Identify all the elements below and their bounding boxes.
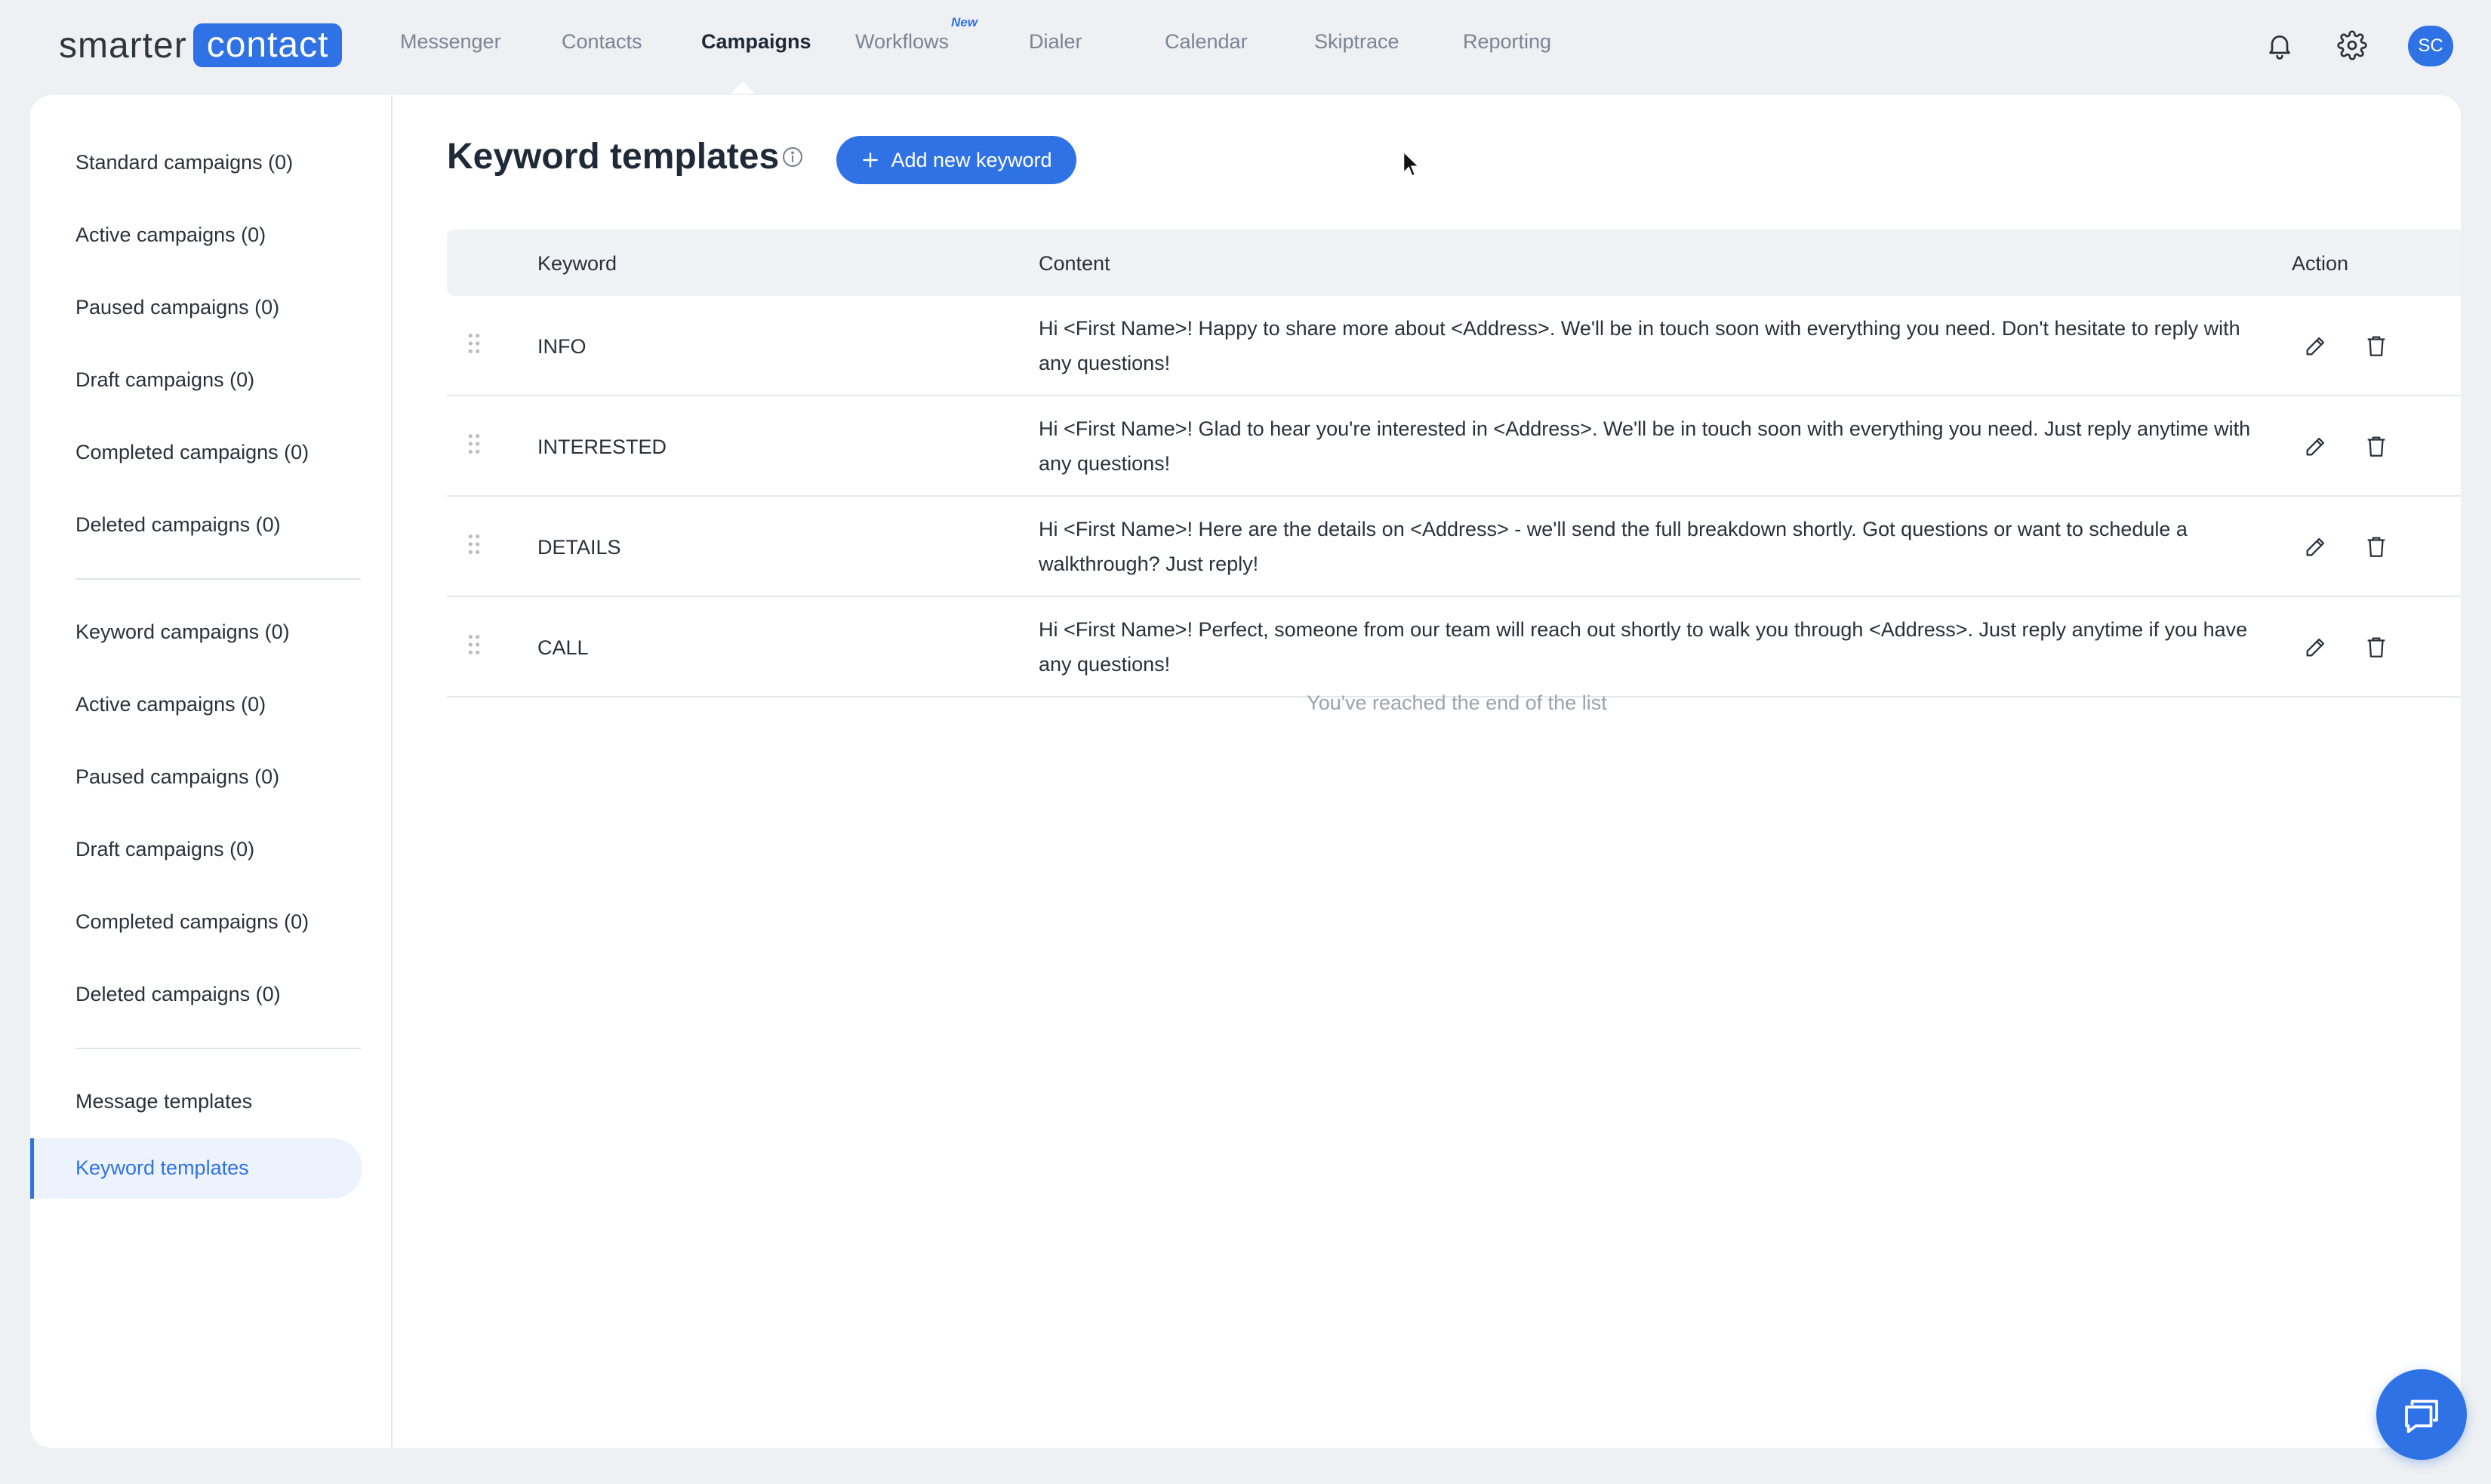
add-new-keyword-button[interactable]: Add new keyword bbox=[836, 136, 1076, 184]
pencil-icon[interactable] bbox=[2299, 329, 2332, 362]
trash-icon[interactable] bbox=[2360, 630, 2393, 663]
content-cell: Hi <First Name>! Glad to hear you're int… bbox=[1039, 417, 2251, 475]
logo[interactable]: smarter contact bbox=[59, 23, 343, 68]
content-cell: Hi <First Name>! Happy to share more abo… bbox=[1039, 317, 2240, 374]
gear-icon[interactable] bbox=[2332, 26, 2372, 65]
sidebar-item-completed-campaigns[interactable]: Completed campaigns (0) bbox=[75, 441, 309, 464]
keyword-cell: DETAILS bbox=[537, 536, 621, 559]
sidebar-item-keyword-completed-campaigns[interactable]: Completed campaigns (0) bbox=[75, 910, 309, 934]
sidebar-divider bbox=[75, 1048, 361, 1049]
sidebar-item-active-campaigns[interactable]: Active campaigns (0) bbox=[75, 223, 266, 247]
trash-icon[interactable] bbox=[2360, 329, 2393, 362]
content-cell: Hi <First Name>! Perfect, someone from o… bbox=[1039, 618, 2248, 676]
plus-icon bbox=[863, 152, 879, 168]
main-card: Standard campaigns (0) Active campaigns … bbox=[30, 95, 2461, 1448]
info-icon[interactable] bbox=[781, 145, 805, 169]
top-navigation-bar: smarter contact Messenger Contacts Campa… bbox=[0, 0, 2491, 94]
nav-item-contacts[interactable]: Contacts bbox=[562, 30, 642, 54]
sidebar: Standard campaigns (0) Active campaigns … bbox=[30, 95, 393, 1448]
table-row: INFO Hi <First Name>! Happy to share mor… bbox=[447, 296, 2461, 396]
nav-item-campaigns[interactable]: Campaigns bbox=[701, 30, 811, 54]
add-new-keyword-label: Add new keyword bbox=[891, 148, 1052, 171]
nav-item-calendar[interactable]: Calendar bbox=[1165, 30, 1248, 54]
content-area: Keyword templates Add new keyword Keywor… bbox=[393, 95, 2461, 1448]
sidebar-item-standard-campaigns[interactable]: Standard campaigns (0) bbox=[75, 151, 293, 174]
sidebar-item-draft-campaigns[interactable]: Draft campaigns (0) bbox=[75, 368, 254, 392]
chat-button[interactable] bbox=[2376, 1369, 2467, 1460]
pencil-icon[interactable] bbox=[2299, 530, 2332, 563]
end-of-list-message: You've reached the end of the list bbox=[1307, 691, 1607, 714]
page-title: Keyword templates bbox=[447, 137, 780, 177]
logo-text-left: smarter bbox=[59, 25, 187, 66]
column-header-action: Action bbox=[2292, 252, 2349, 275]
table-header: Keyword Content Action bbox=[447, 229, 2461, 296]
logo-text-right: contact bbox=[192, 23, 343, 67]
keyword-cell: INFO bbox=[537, 335, 587, 358]
sidebar-item-keyword-campaigns[interactable]: Keyword campaigns (0) bbox=[75, 620, 290, 644]
trash-icon[interactable] bbox=[2360, 429, 2393, 463]
column-header-keyword: Keyword bbox=[537, 252, 617, 275]
mouse-cursor-icon bbox=[1403, 151, 1420, 177]
keyword-cell: INTERESTED bbox=[537, 436, 667, 458]
column-header-content: Content bbox=[1039, 252, 1110, 275]
table-row: INTERESTED Hi <First Name>! Glad to hear… bbox=[447, 396, 2461, 497]
chat-icon bbox=[2405, 1399, 2438, 1433]
drag-handle-icon[interactable] bbox=[466, 633, 482, 656]
new-badge: New bbox=[951, 15, 978, 29]
nav-item-reporting[interactable]: Reporting bbox=[1463, 30, 1551, 54]
sidebar-item-keyword-templates[interactable]: Keyword templates bbox=[30, 1138, 362, 1199]
sidebar-item-label: Keyword templates bbox=[75, 1156, 249, 1179]
sidebar-item-message-templates[interactable]: Message templates bbox=[75, 1090, 252, 1113]
avatar[interactable]: SC bbox=[2408, 26, 2453, 66]
sidebar-item-keyword-active-campaigns[interactable]: Active campaigns (0) bbox=[75, 693, 266, 716]
sidebar-item-keyword-deleted-campaigns[interactable]: Deleted campaigns (0) bbox=[75, 983, 281, 1006]
keyword-cell: CALL bbox=[537, 636, 589, 659]
sidebar-divider bbox=[75, 578, 361, 580]
sidebar-item-keyword-draft-campaigns[interactable]: Draft campaigns (0) bbox=[75, 838, 254, 861]
drag-handle-icon[interactable] bbox=[466, 533, 482, 556]
table-row: DETAILS Hi <First Name>! Here are the de… bbox=[447, 497, 2461, 597]
pencil-icon[interactable] bbox=[2299, 429, 2332, 463]
trash-icon[interactable] bbox=[2360, 530, 2393, 563]
drag-handle-icon[interactable] bbox=[466, 433, 482, 455]
bell-icon[interactable] bbox=[2260, 26, 2299, 65]
keyword-templates-table: Keyword Content Action INFO Hi <First Na… bbox=[447, 229, 2461, 697]
nav-item-workflows[interactable]: Workflows bbox=[855, 30, 949, 54]
drag-handle-icon[interactable] bbox=[466, 332, 482, 355]
content-cell: Hi <First Name>! Here are the details on… bbox=[1039, 518, 2188, 575]
table-row: CALL Hi <First Name>! Perfect, someone f… bbox=[447, 597, 2461, 697]
pencil-icon[interactable] bbox=[2299, 630, 2332, 663]
nav-item-skiptrace[interactable]: Skiptrace bbox=[1314, 30, 1399, 54]
sidebar-item-deleted-campaigns[interactable]: Deleted campaigns (0) bbox=[75, 513, 281, 537]
sidebar-item-keyword-paused-campaigns[interactable]: Paused campaigns (0) bbox=[75, 765, 279, 789]
nav-item-dialer[interactable]: Dialer bbox=[1029, 30, 1082, 54]
nav-active-indicator bbox=[731, 82, 755, 94]
nav-item-messenger[interactable]: Messenger bbox=[400, 30, 501, 54]
sidebar-item-paused-campaigns[interactable]: Paused campaigns (0) bbox=[75, 296, 279, 319]
